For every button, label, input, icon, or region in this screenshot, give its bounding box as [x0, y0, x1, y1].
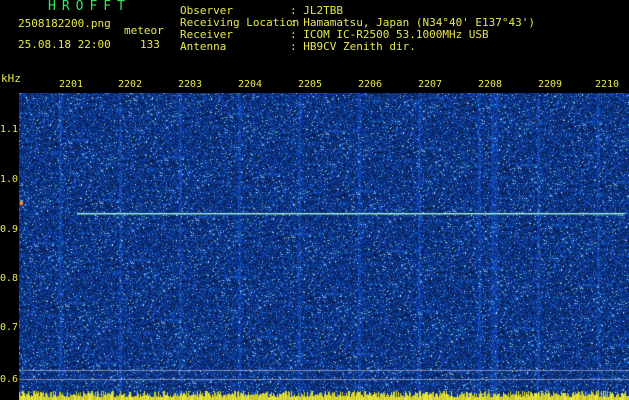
x-tick-label: 2203 [178, 79, 203, 90]
y-tick-label: 1.0 [0, 174, 19, 185]
x-tick-label: 2208 [478, 79, 503, 90]
x-tick-label: 2202 [118, 79, 143, 90]
y-tick-label: 0.7 [0, 322, 19, 333]
x-tick-label: 2201 [59, 79, 84, 90]
filename-label: 2508182200.png [18, 17, 111, 30]
x-tick-label: 2209 [538, 79, 563, 90]
datetime-label: 25.08.18 22:00 [18, 38, 111, 51]
x-tick-label: 2210 [595, 79, 620, 90]
x-tick-label: 2207 [418, 79, 443, 90]
y-tick-label: 0.6 [0, 374, 19, 385]
y-tick-label: 0.9 [0, 224, 19, 235]
y-tick-label: 0.8 [0, 273, 19, 284]
meteor-count: 133 [140, 38, 160, 51]
x-tick-label: 2206 [358, 79, 383, 90]
app-title: HROFFT [48, 0, 131, 14]
y-axis-unit: kHz [1, 72, 21, 85]
spectrogram-canvas [19, 93, 629, 400]
x-tick-label: 2205 [298, 79, 323, 90]
meteor-label: meteor [124, 24, 164, 37]
antenna-value: : HB9CV Zenith dir. [290, 40, 416, 53]
y-tick-label: 1.1 [0, 124, 19, 135]
antenna-label: Antenna [180, 40, 227, 53]
x-tick-label: 2204 [238, 79, 263, 90]
